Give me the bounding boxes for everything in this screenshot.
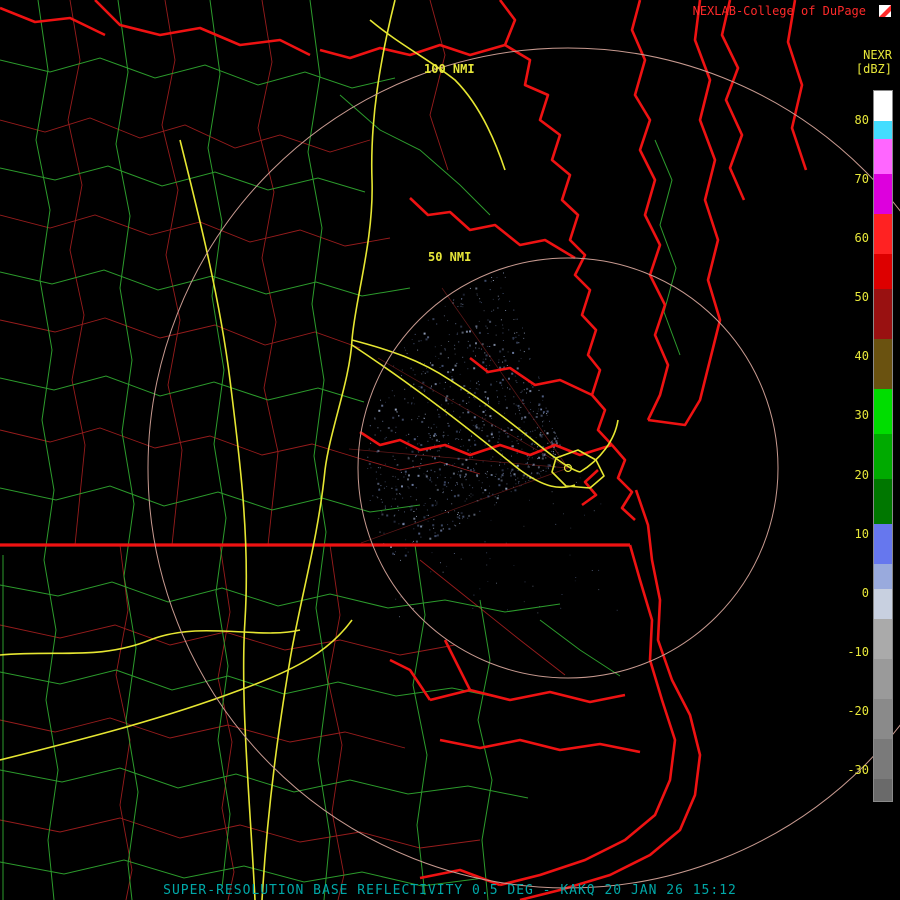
- range-ring-label: 100 NMI: [424, 62, 475, 76]
- colorbar-segment: [874, 289, 892, 339]
- coastline-layer: [0, 0, 808, 900]
- colorbar-segment: [874, 619, 892, 659]
- cod-logo-icon: [879, 5, 891, 17]
- range-ring: [147, 47, 900, 889]
- colorbar-product-label: NEXR: [863, 48, 892, 62]
- colorbar-segment: [874, 589, 892, 619]
- colorbar-segment: [874, 174, 892, 214]
- colorbar-segment: [874, 524, 892, 564]
- colorbar-segment: [874, 91, 892, 121]
- colorbar-segment: [874, 699, 892, 739]
- colorbar-segment: [874, 739, 892, 779]
- colorbar-segment: [874, 339, 892, 389]
- colorbar-segment: [874, 779, 892, 801]
- radar-display: 50 NMI 100 NMI NEXLAB-College of DuPage N…: [0, 0, 900, 900]
- colorbar-segment: [874, 121, 892, 139]
- county-lines-layer: [0, 0, 566, 900]
- colorbar-segment: [874, 434, 892, 479]
- range-rings-layer: [147, 47, 900, 889]
- radar-map-canvas: [0, 0, 900, 900]
- product-title: SUPER-RESOLUTION BASE REFLECTIVITY 0.5 D…: [163, 883, 737, 898]
- colorbar: [873, 90, 893, 802]
- colorbar-segment: [874, 139, 892, 174]
- colorbar-segment: [874, 214, 892, 254]
- colorbar-segment: [874, 564, 892, 589]
- colorbar-segment: [874, 479, 892, 524]
- radar-echo-layer: [367, 272, 618, 618]
- range-ring-label: 50 NMI: [428, 250, 472, 264]
- colorbar-segment: [874, 389, 892, 434]
- colorbar-units-label: [dBZ]: [855, 62, 892, 76]
- highways-layer: [0, 0, 619, 900]
- colorbar-segment: [874, 659, 892, 699]
- radar-radials-layer: [348, 287, 569, 544]
- branding-text: NEXLAB-College of DuPage: [692, 4, 866, 18]
- colorbar-segment: [874, 254, 892, 289]
